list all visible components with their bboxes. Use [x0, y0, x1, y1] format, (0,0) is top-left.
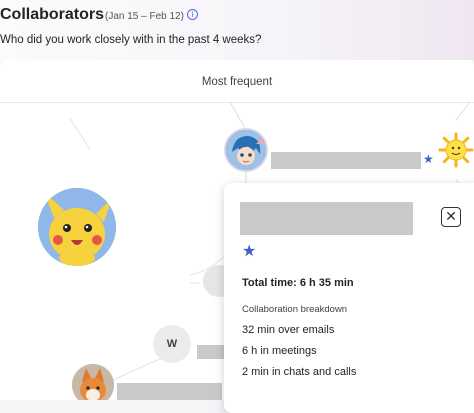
close-button[interactable]: ✕: [441, 207, 461, 227]
collaborator-details-popup: ✕ ★ Total time: 6 h 35 min Collaboration…: [224, 183, 474, 413]
breakdown-item-chats: 2 min in chats and calls: [242, 366, 357, 378]
collaborator-pikachu-avatar[interactable]: [38, 188, 116, 266]
breakdown-item-emails: 32 min over emails: [242, 324, 335, 336]
star-icon: ★: [423, 152, 434, 166]
close-icon: ✕: [445, 208, 457, 224]
date-range: (Jan 15 – Feb 12): [105, 11, 184, 22]
sun-icon: [438, 132, 474, 168]
star-icon: ★: [242, 243, 257, 260]
page-subtitle: Who did you work closely with in the pas…: [0, 34, 262, 46]
breakdown-item-meetings: 6 h in meetings: [242, 345, 317, 357]
collaborator-sun-avatar[interactable]: [438, 132, 474, 168]
collaborator-initial-w[interactable]: W: [153, 325, 191, 363]
collaborator-name-redacted: [271, 152, 421, 169]
collaborator-anime-avatar[interactable]: [224, 128, 268, 172]
collaborator-name-redacted: [117, 383, 222, 400]
header-bar: Collaborators (Jan 15 – Feb 12) i Who di…: [0, 0, 474, 60]
anime-character-icon: [226, 130, 266, 170]
page-title: Collaborators: [0, 6, 105, 23]
collaborator-name-redacted: [197, 345, 227, 359]
breakdown-label: Collaboration breakdown: [242, 304, 348, 315]
collaborator-fox-avatar[interactable]: [72, 364, 114, 400]
total-time: Total time: 6 h 35 min: [242, 277, 354, 289]
fox-icon: [72, 364, 114, 400]
info-icon[interactable]: i: [187, 9, 198, 20]
pikachu-icon: [38, 188, 116, 266]
collaborator-name-redacted: [240, 202, 413, 235]
